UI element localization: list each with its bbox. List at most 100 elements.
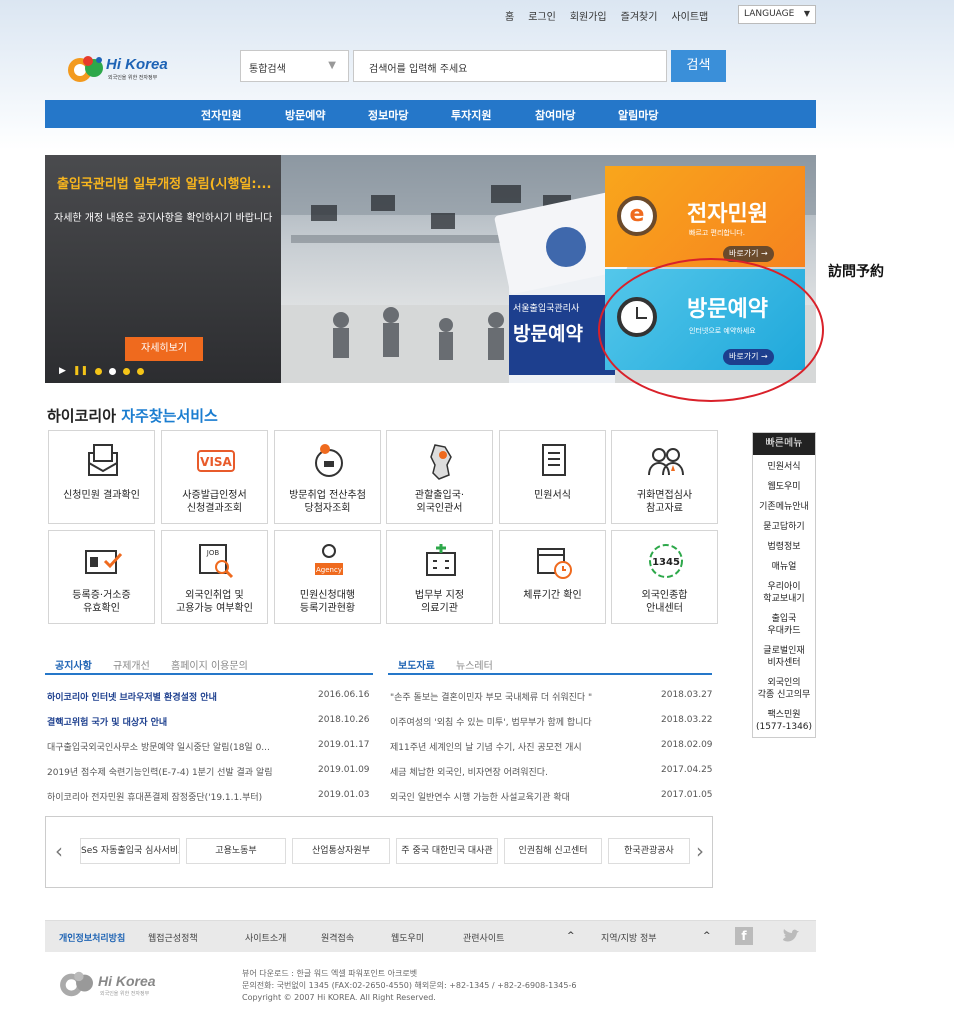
footer-logo: Hi Korea 외국인을 위한 전자정부 — [58, 968, 168, 1000]
search-button[interactable]: 검색 — [671, 50, 726, 82]
viewer-download[interactable]: 뷰어 다운로드 : 한글 워드 엑셀 파워포인트 아크로벳 — [242, 968, 576, 980]
top-nav-signup[interactable]: 회원가입 — [570, 8, 607, 23]
footer-privacy-link[interactable]: 개인정보처리방침 — [59, 931, 125, 944]
hero-title[interactable]: 출입국관리법 일부개정 알림(시행일:... — [57, 173, 279, 191]
service-card[interactable]: 방문취업 전산추첨 당첨자조회 — [274, 430, 381, 524]
quick-menu-item[interactable]: 기존메뉴안내 — [753, 501, 815, 513]
play-icon[interactable]: ▶ — [59, 366, 66, 376]
notice-item[interactable]: 결핵고위험 국가 및 대상자 안내 — [47, 715, 299, 728]
service-card[interactable]: 관할출입국· 외국인관서 — [386, 430, 493, 524]
slide-dot[interactable] — [137, 367, 145, 375]
tab-regulation[interactable]: 규제개선 — [113, 657, 150, 672]
slide-dot[interactable] — [109, 367, 117, 375]
press-item[interactable]: 세금 체납한 외국인, 비자연장 어려워진다. — [390, 765, 640, 778]
gnb-item-e-civil[interactable]: 전자민원 — [201, 107, 241, 123]
e-letter-icon: e — [617, 196, 657, 236]
service-card[interactable]: VISA 사증발급인정서 신청결과조회 — [161, 430, 268, 524]
banner-motie[interactable]: 산업통상자원부 — [292, 838, 390, 864]
press-item[interactable]: 이주여성의 '외침 수 있는 미투', 법무부가 함께 합니다 — [390, 715, 640, 728]
language-select[interactable]: LANGUAGE ▼ — [738, 5, 816, 24]
service-card[interactable]: 법무부 지정 의료기관 — [386, 530, 493, 624]
banner-kto[interactable]: 한국관광공사 — [608, 838, 690, 864]
notice-item[interactable]: 2019년 점수제 숙련기능인력(E-7-4) 1분기 선발 결과 알림 — [47, 765, 299, 778]
service-card[interactable]: JOB 외국인취업 및 고용가능 여부확인 — [161, 530, 268, 624]
footer-local-gov[interactable]: 지역/지방 정부 — [601, 931, 657, 944]
twitter-icon[interactable] — [781, 927, 801, 945]
quick-menu-item[interactable]: 법령정보 — [753, 541, 815, 553]
footer-about-link[interactable]: 사이트소개 — [245, 931, 286, 944]
slide-dot[interactable] — [123, 367, 131, 375]
quick-menu-item[interactable]: 웹도우미 — [753, 481, 815, 493]
service-card[interactable]: 체류기간 확인 — [499, 530, 606, 624]
hospital-icon — [426, 544, 456, 576]
press-item[interactable]: 외국인 일반연수 시행 가능한 사설교육기관 확대 — [390, 790, 640, 803]
hero-more-button[interactable]: 자세히보기 — [125, 337, 203, 361]
section-title: 하이코리아 자주찾는서비스 — [47, 405, 218, 426]
top-nav-home[interactable]: 홈 — [505, 8, 514, 23]
service-card-label: 외국인취업 및 고용가능 여부확인 — [176, 590, 253, 614]
top-nav-login[interactable]: 로그인 — [528, 8, 556, 23]
facebook-icon[interactable]: f — [735, 927, 753, 945]
service-card[interactable]: 귀화면접심사 참고자료 — [611, 430, 718, 524]
gnb-item-participation[interactable]: 참여마당 — [535, 107, 575, 123]
people-icon — [648, 448, 684, 476]
quick-menu-item[interactable]: 글로벌인재 비자센터 — [753, 645, 815, 669]
top-nav-bookmark[interactable]: 즐겨찾기 — [621, 8, 658, 23]
gnb-item-info[interactable]: 정보마당 — [368, 107, 408, 123]
service-card[interactable]: 신청민원 결과확인 — [48, 430, 155, 524]
quick-menu-item[interactable]: 우리아이 학교보내기 — [753, 581, 815, 605]
svg-text:Agency: Agency — [316, 566, 342, 574]
banner-human-rights[interactable]: 인권침해 신고센터 — [504, 838, 602, 864]
service-card[interactable]: 1345 외국인종합 안내센터 — [611, 530, 718, 624]
slide-dot[interactable] — [95, 367, 103, 375]
hikorea-logo[interactable]: Hi Korea 외국인을 위한 전자정부 — [66, 52, 176, 88]
service-card-label: 등록증·거소증 유효확인 — [72, 590, 131, 614]
service-card[interactable]: Agency 민원신청대행 등록기관현황 — [274, 530, 381, 624]
chevron-right-icon[interactable]: › — [696, 839, 704, 863]
banner-embassy[interactable]: 주 중국 대한민국 대사관 — [396, 838, 498, 864]
gnb-item-visit-reservation[interactable]: 방문예약 — [285, 107, 325, 123]
korea-map-icon — [430, 444, 452, 480]
tab-press-release[interactable]: 보도자료 — [398, 657, 435, 672]
quick-menu: 빠른메뉴 민원서식 웹도우미 기존메뉴안내 묻고답하기 법령정보 매뉴얼 우리아이 학교보내… — [752, 432, 816, 738]
search-input[interactable]: 검색어를 입력해 주세요 — [353, 50, 667, 82]
notice-tabs: 공지사항 규제개선 홈페이지 이용문의 — [45, 651, 373, 675]
quick-menu-item[interactable]: 묻고답하기 — [753, 521, 815, 533]
gnb-item-investment[interactable]: 투자지원 — [451, 107, 491, 123]
caret-down-icon: ▼ — [328, 60, 336, 71]
quick-menu-item[interactable]: 민원서식 — [753, 461, 815, 473]
annotation-label: 訪問予約 — [828, 264, 884, 280]
logo-text: Hi Korea — [106, 56, 168, 73]
quick-menu-item[interactable]: 팩스민원 (1577-1346) — [753, 709, 815, 733]
tab-notice[interactable]: 공지사항 — [55, 657, 92, 672]
footer-helper-link[interactable]: 웹도우미 — [391, 931, 424, 944]
pause-icon[interactable]: ❚❚ — [73, 366, 88, 376]
chevron-up-icon[interactable]: ^ — [567, 931, 575, 941]
quick-menu-item[interactable]: 외국인의 각종 신고의무 — [753, 677, 815, 701]
service-card[interactable]: 등록증·거소증 유효확인 — [48, 530, 155, 624]
service-card[interactable]: 민원서식 — [499, 430, 606, 524]
tab-site-inquiry[interactable]: 홈페이지 이용문의 — [171, 657, 248, 672]
footer-related-sites[interactable]: 관련사이트 — [463, 931, 504, 944]
chevron-up-icon[interactable]: ^ — [703, 931, 711, 941]
chevron-left-icon[interactable]: ‹ — [55, 839, 63, 863]
search-scope-select[interactable]: 통합검색 ▼ — [240, 50, 349, 82]
copyright: Copyright © 2007 Hi KOREA. All Right Res… — [242, 993, 436, 1002]
notice-item[interactable]: 하이코리아 인터넷 브라우저별 환경설정 안내 — [47, 690, 299, 703]
notice-item[interactable]: 하이코리아 전자민원 휴대폰결제 잠정중단('19.1.1.부터) — [47, 790, 299, 803]
tab-newsletter[interactable]: 뉴스레터 — [456, 657, 493, 672]
quick-menu-item[interactable]: 매뉴얼 — [753, 561, 815, 573]
gnb-item-notice[interactable]: 알림마당 — [618, 107, 658, 123]
footer-accessibility-link[interactable]: 웹접근성정책 — [148, 931, 198, 944]
notice-item[interactable]: 대구출입국외국인사무소 방문예약 일시중단 알림(18일 0... — [47, 740, 299, 753]
footer-info: 뷰어 다운로드 : 한글 워드 엑셀 파워포인트 아크로벳 문의전화: 국번없이… — [242, 968, 576, 1004]
quick-menu-item[interactable]: 출입국 우대카드 — [753, 613, 815, 637]
e-civil-shortcut[interactable]: e 전자민원 빠르고 편리합니다. 바로가기 → — [605, 166, 805, 267]
top-nav-sitemap[interactable]: 사이트맵 — [671, 8, 708, 23]
banner-moel[interactable]: 고용노동부 — [186, 838, 286, 864]
press-item[interactable]: 제11주년 세계인의 날 기념 수기, 사진 공모전 개시 — [390, 740, 640, 753]
press-item[interactable]: "손주 돌보는 결혼이민자 부모 국내체류 더 쉬워진다 " — [390, 690, 640, 703]
banner-ses[interactable]: SeS 자동출입국 심사서비스신청 — [80, 838, 180, 864]
footer-remote-link[interactable]: 원격접속 — [321, 931, 354, 944]
svg-text:VISA: VISA — [200, 455, 232, 469]
